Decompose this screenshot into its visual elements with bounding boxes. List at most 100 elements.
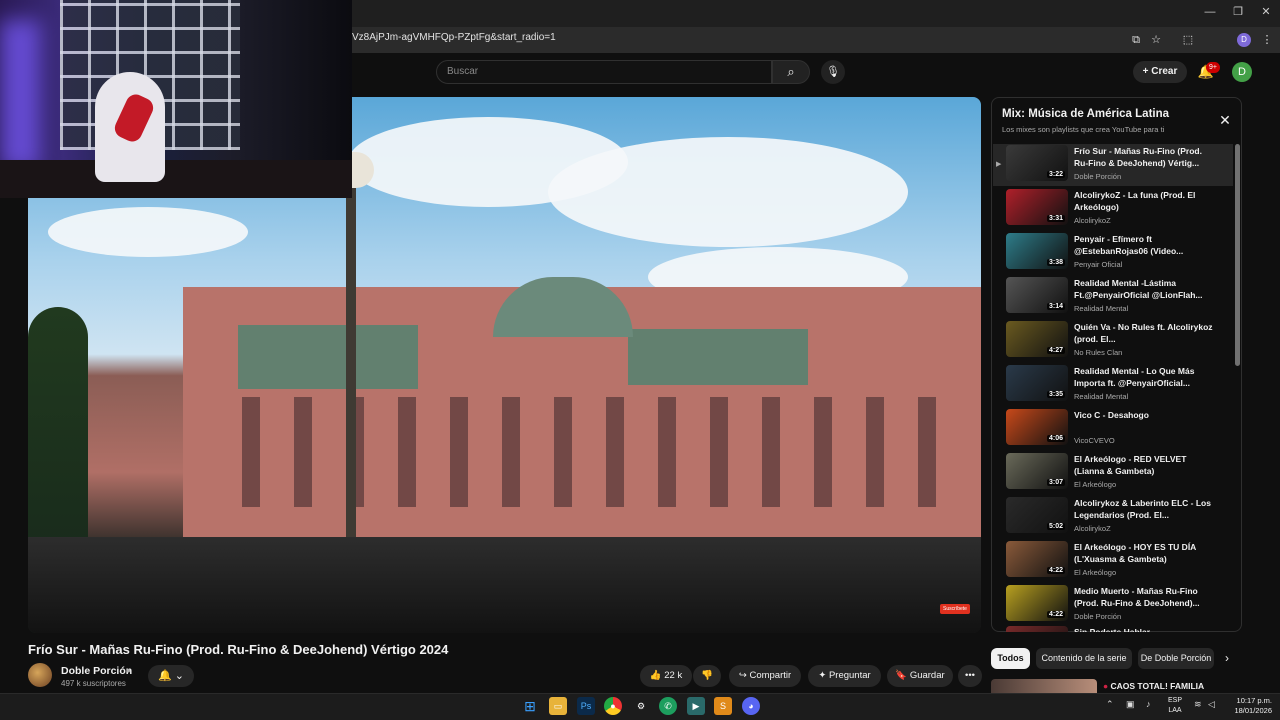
like-button[interactable]: 👍 22 k	[640, 665, 692, 687]
playlist-item[interactable]: 3:35 Realidad Mental - Lo Que Más Importa…	[993, 364, 1233, 406]
photoshop-icon[interactable]: Ps	[577, 697, 595, 715]
playlist-item[interactable]: 3:31 AlcolirykoZ - La funa (Prod. El Arke…	[993, 188, 1233, 230]
playlist-item-title: AlcolirykoZ - La funa (Prod. El Arkeólog…	[1074, 190, 1196, 212]
playlist-item-title: El Arkeólogo - HOY ES TU DÍA (L'Xuasma &…	[1074, 542, 1197, 564]
playlist-item[interactable]: ▶ 3:22 Frío Sur - Mañas Ru-Fino (Prod. Ru-…	[993, 144, 1233, 186]
playlist-title: Mix: Música de América Latina	[1002, 108, 1170, 120]
playlist-item-title: Medio Muerto - Mañas Ru-Fino (Prod. Ru-F…	[1074, 586, 1200, 608]
playlist-item[interactable]: 5:02 Alcolirykoz & Laberinto ELC - Los Le…	[993, 496, 1233, 538]
whatsapp-icon[interactable]: ✆	[659, 697, 677, 715]
language-indicator[interactable]: ESP LAA	[1165, 696, 1185, 716]
playlist-item-title: Quién Va - No Rules ft. Alcolirykoz (pro…	[1074, 322, 1213, 344]
close-window-icon[interactable]: ✕	[1252, 3, 1280, 21]
playlist-thumbnail: 4:22	[1006, 585, 1068, 621]
playlist-subtitle: Los mixes son playlists que crea YouTube…	[1002, 125, 1165, 134]
playlist-item-channel: Doble Porción	[1074, 612, 1122, 621]
tray-mic-icon[interactable]: ♪	[1146, 699, 1151, 709]
playlist-item[interactable]: 4:27 Quién Va - No Rules ft. Alcolirykoz …	[993, 320, 1233, 362]
share-label: Compartir	[749, 670, 792, 681]
duration-badge: 3:31	[1046, 215, 1065, 222]
app2-icon[interactable]: ▶	[687, 697, 705, 715]
channel-name[interactable]: Doble Porción	[61, 665, 132, 677]
duration-badge: 3:14	[1046, 303, 1065, 310]
webcam-overlay	[0, 0, 352, 198]
playlist-item[interactable]: Sin Poderte Hablar	[993, 625, 1233, 632]
clock-time: 10:17 p.m.	[1236, 696, 1272, 705]
tray-chevron-icon[interactable]: ⌃	[1106, 699, 1114, 710]
browser-profile-avatar[interactable]: D	[1237, 33, 1251, 47]
language-code: ESP	[1167, 697, 1182, 704]
playlist-thumbnail: 4:27	[1006, 321, 1068, 357]
bookmark-star-icon[interactable]: ☆	[1147, 31, 1165, 49]
playlist-item[interactable]: 4:06 Vico C - Desahogo VicoCVEVO	[993, 408, 1233, 450]
close-icon[interactable]: ✕	[1216, 111, 1234, 129]
chrome-icon[interactable]: ●	[604, 697, 622, 715]
minimize-icon[interactable]: —	[1196, 3, 1224, 21]
maximize-icon[interactable]: ❐	[1224, 3, 1252, 21]
recommendation-title[interactable]: ● CAOS TOTAL! FAMILIA	[1103, 681, 1204, 691]
subscription-bell-button[interactable]: 🔔 ⌄	[148, 665, 194, 687]
chip-series-content[interactable]: Contenido de la serie	[1036, 648, 1132, 669]
playlist-item-title: Vico C - Desahogo	[1074, 410, 1149, 420]
playlist-item[interactable]: 3:07 El Arkeólogo - RED VELVET (Lianna & …	[993, 452, 1233, 494]
channel-avatar[interactable]	[28, 663, 52, 687]
app-icon[interactable]: ⚙	[632, 697, 650, 715]
search-box[interactable]	[436, 60, 772, 84]
extensions-icon[interactable]: ⬚	[1179, 31, 1197, 49]
playlist-item-title: Realidad Mental -Lástima Ft.@PenyairOfic…	[1074, 278, 1203, 300]
playlist-thumbnail: 5:02	[1006, 497, 1068, 533]
sublime-icon[interactable]: S	[714, 697, 732, 715]
playlist-thumbnail: 4:22	[1006, 541, 1068, 577]
playlist-item[interactable]: 4:22 Medio Muerto - Mañas Ru-Fino (Prod. …	[993, 584, 1233, 626]
chip-from-channel[interactable]: De Doble Porción	[1138, 648, 1214, 669]
create-label: Crear	[1151, 66, 1178, 77]
discord-icon[interactable]: ◕	[742, 697, 760, 715]
playlist-item[interactable]: 3:38 Penyair - Efímero ft @EstebanRojas06…	[993, 232, 1233, 274]
dislike-button[interactable]: 👎	[693, 665, 721, 687]
cast-icon[interactable]: ⧉	[1127, 31, 1145, 49]
share-button[interactable]: ↪ Compartir	[729, 665, 801, 687]
recommendation-thumbnail[interactable]	[991, 679, 1097, 693]
playlist-item-channel: Penyair Oficial	[1074, 260, 1123, 269]
start-menu-icon[interactable]: ⊞	[521, 697, 539, 715]
duration-badge: 3:22	[1046, 171, 1065, 178]
chevron-right-icon[interactable]: ›	[1219, 651, 1235, 665]
playlist-item-channel: AlcolirykoZ	[1074, 216, 1111, 225]
playlist-item-channel: Realidad Mental	[1074, 392, 1129, 401]
microphone-icon[interactable]: 🎙	[821, 60, 845, 84]
url-text[interactable]: Vz8AjPJm-agVMHFQp-PZptFg&start_radio=1	[352, 32, 556, 43]
playlist-thumbnail: 3:31	[1006, 189, 1068, 225]
playlist-item-title: Realidad Mental - Lo Que Más Importa ft.…	[1074, 366, 1195, 388]
share-icon: ↪	[738, 670, 747, 681]
account-avatar[interactable]: D	[1232, 62, 1252, 82]
browser-menu-icon[interactable]: ⋮	[1258, 31, 1276, 49]
file-explorer-icon[interactable]: ▭	[549, 697, 567, 715]
chip-todos[interactable]: Todos	[991, 648, 1030, 669]
playlist-item[interactable]: 3:14 Realidad Mental -Lástima Ft.@Penyair…	[993, 276, 1233, 318]
playlist-thumbnail: 3:22	[1006, 145, 1068, 181]
more-actions-icon[interactable]: •••	[958, 665, 982, 687]
playlist-item-channel: AlcolirykoZ	[1074, 524, 1111, 533]
playlist-item[interactable]: 4:22 El Arkeólogo - HOY ES TU DÍA (L'Xuas…	[993, 540, 1233, 582]
tray-app-icon[interactable]: ▣	[1126, 699, 1135, 710]
search-input[interactable]: Buscar	[447, 66, 478, 77]
live-dot-icon: ●	[1103, 681, 1109, 691]
playlist-item-title: Frío Sur - Mañas Ru-Fino (Prod. Ru-Fino …	[1074, 146, 1202, 168]
taskbar-clock[interactable]: 10:17 p.m. 18/01/2026	[1222, 696, 1272, 716]
playlist-thumbnail	[1006, 626, 1068, 632]
wifi-icon[interactable]: ≋	[1194, 699, 1202, 710]
duration-badge: 3:35	[1046, 391, 1065, 398]
create-button[interactable]: + Crear	[1133, 61, 1187, 83]
playlist-scrollbar[interactable]	[1235, 144, 1240, 366]
ask-button[interactable]: ✦ Preguntar	[808, 665, 881, 687]
playlist-item-title: El Arkeólogo - RED VELVET (Lianna & Gamb…	[1074, 454, 1187, 476]
search-icon[interactable]: ⌕	[772, 60, 810, 84]
save-button[interactable]: 🔖 Guardar	[887, 665, 953, 687]
volume-icon[interactable]: ◁	[1208, 699, 1215, 710]
ask-label: Preguntar	[828, 670, 871, 681]
playlist-thumbnail: 3:38	[1006, 233, 1068, 269]
like-count: 22 k	[664, 670, 683, 681]
duration-badge: 4:27	[1046, 347, 1065, 354]
save-label: Guardar	[909, 670, 945, 681]
playlist-item-channel: El Arkeólogo	[1074, 480, 1117, 489]
